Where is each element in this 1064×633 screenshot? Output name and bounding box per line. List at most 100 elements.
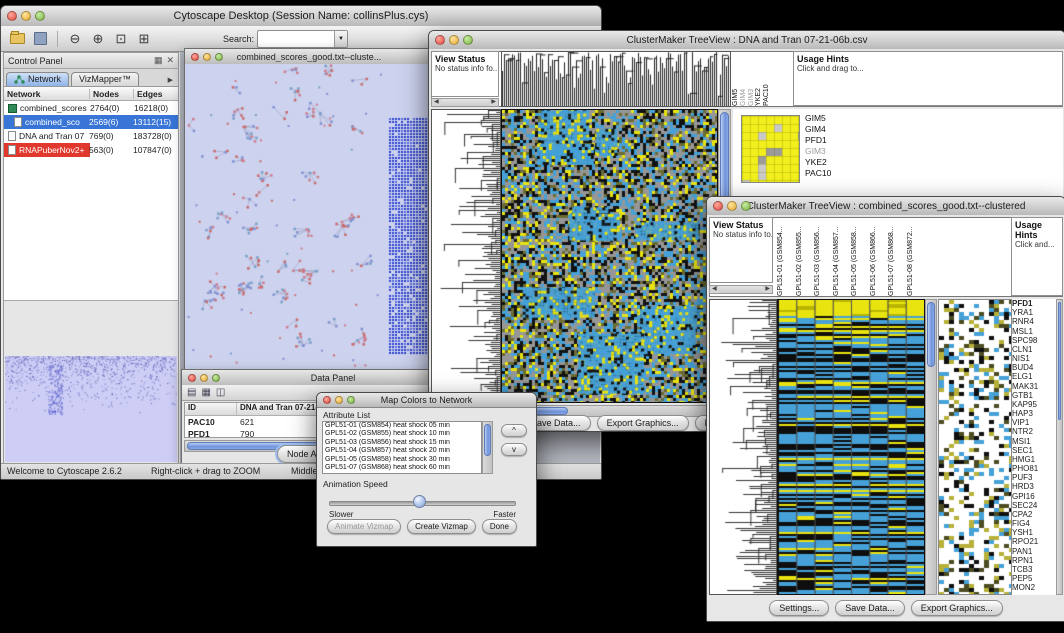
dialog-button[interactable]: Animate Vizmap — [327, 519, 401, 534]
attribute-functions-button[interactable]: ◫ — [216, 387, 225, 398]
treeview-button[interactable]: Export Graphics... — [911, 600, 1003, 616]
gene-label[interactable]: PAC10 — [805, 168, 831, 179]
gene-label[interactable]: NTR2 — [1012, 427, 1056, 436]
zoom-window-button[interactable] — [741, 201, 751, 211]
column-dendrogram[interactable] — [501, 51, 731, 107]
gene-label[interactable]: YKE2 — [805, 157, 831, 168]
attribute-item[interactable]: GPL51-04 (GSM857) heat shock 20 min — [323, 447, 481, 455]
column-header-network[interactable]: Network — [4, 89, 90, 99]
vertical-scrollbar[interactable] — [1056, 299, 1063, 595]
gene-label[interactable]: KAP95 — [1012, 400, 1056, 409]
gene-label[interactable]: PEP5 — [1012, 574, 1056, 583]
column-header-nodes[interactable]: Nodes — [90, 89, 134, 99]
attribute-item[interactable]: GPL51-05 (GSM858) heat shock 30 min — [323, 456, 481, 464]
gene-label[interactable]: PAN1 — [1012, 547, 1056, 556]
gene-label[interactable]: CLN1 — [1012, 345, 1056, 354]
close-button[interactable] — [713, 201, 723, 211]
treeview2-window[interactable]: ClusterMaker TreeView : combined_scores_… — [706, 196, 1064, 622]
gene-label[interactable]: ELG1 — [1012, 372, 1056, 381]
scroll-right-button[interactable]: ▶ — [763, 286, 772, 293]
gene-label[interactable]: SPC98 — [1012, 336, 1056, 345]
close-panel-icon[interactable]: ✕ — [166, 55, 174, 66]
zoom-window-button[interactable] — [463, 35, 473, 45]
gene-label[interactable]: HMG1 — [1012, 455, 1056, 464]
save-session-button[interactable] — [30, 30, 50, 48]
column-header-edges[interactable]: Edges — [134, 89, 178, 99]
gene-label[interactable]: PHO81 — [1012, 464, 1056, 473]
close-button[interactable] — [435, 35, 445, 45]
select-attributes-button[interactable]: ▤ — [187, 387, 196, 398]
gene-label[interactable]: PFD1 — [1012, 299, 1056, 308]
minimize-button[interactable] — [203, 53, 211, 61]
row-dendrogram[interactable] — [709, 299, 777, 595]
close-button[interactable] — [323, 396, 331, 404]
network-view-titlebar[interactable]: combined_scores_good.txt--cluste... — [185, 49, 433, 65]
slider-thumb[interactable] — [413, 495, 426, 508]
network-table-row[interactable]: combined_scores 2764(0) 16218(0) — [4, 101, 178, 115]
tab-vizmapper[interactable]: VizMapper™ — [71, 72, 139, 86]
gene-label[interactable]: CPA2 — [1012, 510, 1056, 519]
minimize-button[interactable] — [335, 396, 343, 404]
scrollbar-track[interactable] — [719, 286, 764, 293]
gene-label[interactable]: HRD3 — [1012, 482, 1056, 491]
heatmap[interactable] — [501, 109, 718, 403]
network-table-row[interactable]: DNA and Tran 07 769(0) 183728(0) — [4, 129, 178, 143]
dialog-button[interactable]: Create Vizmap — [407, 519, 476, 534]
network-table-row[interactable]: RNAPuberNov2+ 563(0) 107847(0) — [4, 143, 178, 157]
gene-label[interactable]: TCB3 — [1012, 565, 1056, 574]
gene-label[interactable]: GPI16 — [1012, 492, 1056, 501]
gene-label[interactable]: MAK31 — [1012, 382, 1056, 391]
attribute-item[interactable]: GPL51-07 (GSM868) heat shock 60 min — [323, 464, 481, 472]
cytoscape-titlebar[interactable]: Cytoscape Desktop (Session Name: collins… — [1, 6, 601, 27]
open-session-button[interactable] — [7, 30, 27, 48]
gene-label[interactable]: YSH1 — [1012, 528, 1056, 537]
treeview1-titlebar[interactable]: ClusterMaker TreeView : DNA and Tran 07-… — [429, 31, 1064, 50]
zoom-in-button[interactable]: ⊕ — [88, 30, 108, 48]
row-dendrogram[interactable] — [431, 109, 501, 403]
float-panel-icon[interactable]: ▦ — [154, 55, 163, 66]
network-view-canvas[interactable] — [185, 64, 431, 369]
zoom-window-button[interactable] — [212, 374, 220, 382]
create-attribute-button[interactable]: ▦ — [201, 387, 210, 398]
dialog-titlebar[interactable]: Map Colors to Network — [317, 393, 536, 408]
zoom-fit-button[interactable]: ⊞ — [134, 30, 154, 48]
selection-heatmap-thumbnail[interactable] — [741, 115, 800, 183]
gene-label[interactable]: SEC24 — [1012, 501, 1056, 510]
gene-label[interactable]: PUF3 — [1012, 473, 1056, 482]
scroll-left-button[interactable]: ◀ — [710, 286, 719, 293]
treeview2-titlebar[interactable]: ClusterMaker TreeView : combined_scores_… — [707, 197, 1064, 216]
gene-label[interactable]: MSI1 — [1012, 437, 1056, 446]
minimize-button[interactable] — [21, 11, 31, 21]
close-button[interactable] — [188, 374, 196, 382]
network-table-row[interactable]: combined_sco 2569(6) 13112(15) — [4, 115, 178, 129]
zoom-window-button[interactable] — [35, 11, 45, 21]
network-view-window[interactable]: combined_scores_good.txt--cluste... — [184, 48, 434, 372]
treeview-button[interactable]: Export Graphics... — [597, 415, 689, 431]
treeview-button[interactable]: Save Data... — [835, 600, 905, 616]
gene-label[interactable]: RNR4 — [1012, 317, 1056, 326]
gene-label[interactable]: MSL1 — [1012, 327, 1056, 336]
horizontal-scrollbar[interactable]: ◀ ▶ — [709, 285, 773, 294]
horizontal-scrollbar[interactable]: ◀ ▶ — [431, 98, 499, 107]
minimize-button[interactable] — [727, 201, 737, 211]
gene-label[interactable]: HAP3 — [1012, 409, 1056, 418]
vertical-scrollbar[interactable] — [482, 421, 493, 474]
gene-label[interactable]: PFD1 — [805, 135, 831, 146]
tab-overflow-button[interactable]: ▶ — [165, 74, 176, 86]
minimize-button[interactable] — [200, 374, 208, 382]
dialog-button[interactable]: Done — [482, 519, 517, 534]
gene-label[interactable]: YRA1 — [1012, 308, 1056, 317]
gene-label[interactable]: GTB1 — [1012, 391, 1056, 400]
move-up-button[interactable]: ^ — [501, 424, 527, 437]
scroll-left-button[interactable]: ◀ — [432, 99, 441, 106]
birdseye-view[interactable] — [5, 356, 177, 462]
minimize-button[interactable] — [449, 35, 459, 45]
search-dropdown-button[interactable]: ▼ — [334, 31, 347, 47]
gene-label[interactable]: GIM5 — [805, 113, 831, 124]
close-button[interactable] — [191, 53, 199, 61]
scrollbar-track[interactable] — [441, 99, 490, 106]
map-colors-dialog[interactable]: Map Colors to Network Attribute List GPL… — [316, 392, 537, 547]
attribute-item[interactable]: GPL51-02 (GSM855) heat shock 10 min — [323, 430, 481, 438]
gene-label[interactable]: RPO21 — [1012, 537, 1056, 546]
gene-label[interactable]: GIM3 — [805, 146, 831, 157]
